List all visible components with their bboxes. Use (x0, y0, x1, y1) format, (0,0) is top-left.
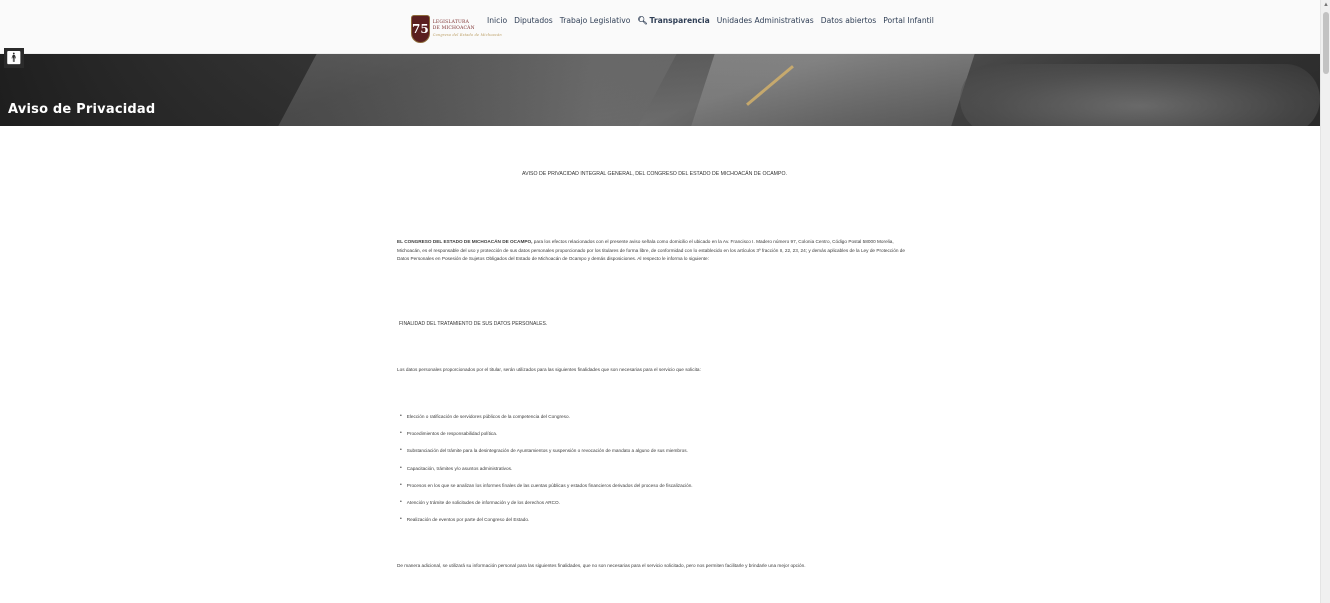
logo-line-3: Congreso del Estado de Michoacán (432, 33, 502, 37)
main-nav: Inicio Diputados Trabajo Legislativo 🔍︎ … (487, 16, 934, 25)
page-title: Aviso de Privacidad (8, 102, 156, 117)
hero-paper-image (685, 54, 975, 126)
hero-hand-image (960, 64, 1320, 126)
scroll-up-arrow-icon[interactable]: ▲ (1323, 2, 1329, 8)
hero-banner: Aviso de Privacidad (0, 54, 1320, 126)
intro-bold: EL CONGRESO DEL ESTADO DE MICHOACÁN DE O… (397, 239, 533, 244)
vertical-scrollbar[interactable]: ▲ (1320, 0, 1330, 603)
list-item: • Procesos en los que se analizan los inf… (400, 481, 693, 488)
purposes-list: • Elección o ratificación de servidores p… (400, 414, 693, 534)
nav-portal-infantil[interactable]: Portal Infantil (883, 16, 934, 25)
purposes-paragraph: Los datos personales proporcionados por … (397, 367, 701, 372)
nav-datos-abiertos[interactable]: Datos abiertos (821, 16, 876, 25)
list-item: • Elección o ratificación de servidores p… (400, 413, 570, 420)
additional-purposes-paragraph: De manera adicional, se utilizará su inf… (397, 563, 806, 568)
accessibility-button[interactable]: 🚹︎ (4, 48, 24, 68)
nav-transparencia-label: Transparencia (649, 16, 710, 25)
nav-inicio[interactable]: Inicio (487, 16, 507, 25)
list-item: • Procedimientos de responsabilidad polít… (400, 430, 498, 437)
list-item: • Capacitación, trámites y/o asuntos admi… (400, 464, 513, 471)
nav-diputados[interactable]: Diputados (514, 16, 553, 25)
list-item: • Substanciación del trámite para la desi… (400, 447, 688, 454)
nav-unidades-administrativas[interactable]: Unidades Administrativas (717, 16, 814, 25)
logo-badge: 75 (411, 15, 430, 43)
list-item: • Atención y trámite de solicitudes de in… (400, 498, 560, 505)
accessibility-icon: 🚹︎ (5, 50, 23, 65)
intro-paragraph: EL CONGRESO DEL ESTADO DE MICHOACÁN DE O… (397, 238, 912, 264)
top-navigation-bar: 75 LEGISLATURA DE MICHOACÁN Congreso del… (0, 0, 1320, 54)
list-item: • Realización de eventos por parte del Co… (400, 516, 530, 523)
nav-transparencia[interactable]: 🔍︎ Transparencia (637, 16, 709, 25)
section-heading: FINALIDAD DEL TRATAMIENTO DE SUS DATOS P… (399, 321, 548, 327)
scrollbar-thumb[interactable] (1323, 12, 1329, 74)
search-icon: 🔍︎ (637, 16, 648, 25)
document-title: AVISO DE PRIVACIDAD INTEGRAL GENERAL, DE… (522, 171, 787, 177)
legislatura-logo[interactable]: 75 LEGISLATURA DE MICHOACÁN Congreso del… (411, 13, 502, 45)
hero-laptop-image (258, 54, 682, 126)
nav-trabajo-legislativo[interactable]: Trabajo Legislativo (560, 16, 631, 25)
